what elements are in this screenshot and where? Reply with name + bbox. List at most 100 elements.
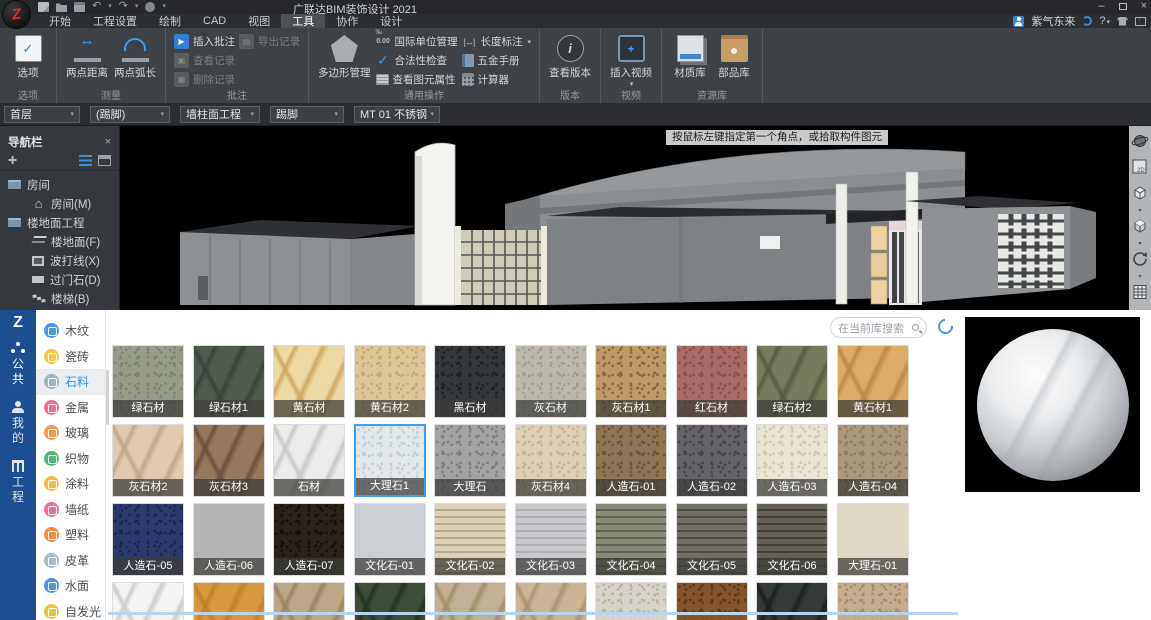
category-涂料[interactable]: 涂料 <box>36 471 105 497</box>
category-墙纸[interactable]: 墙纸 <box>36 497 105 523</box>
undo-icon[interactable]: ↶ <box>92 2 101 12</box>
material-tile-灰石材1[interactable]: 灰石材1 <box>595 345 667 418</box>
two-point-distance-button[interactable]: 两点距离 <box>63 32 111 81</box>
material-tile-灰石材3[interactable]: 灰石材3 <box>193 424 265 497</box>
material-tile-灰石材4[interactable]: 灰石材4 <box>515 424 587 497</box>
tree-section[interactable]: 楼地面工程 <box>0 213 119 232</box>
component-select[interactable]: 踢脚▾ <box>270 106 344 123</box>
material-tile-文化石-04[interactable]: 文化石-04 <box>595 503 667 576</box>
delete-record-button[interactable]: 删除记录 <box>174 71 235 88</box>
material-tile-绿石材2[interactable]: 绿石材2 <box>756 345 828 418</box>
tab-design[interactable]: 设计 <box>369 14 413 28</box>
material-tile-人造石-03[interactable]: 人造石-03 <box>756 424 828 497</box>
rotate-view-button[interactable]: ▾ <box>1131 250 1149 280</box>
calculator-button[interactable]: 计算器 <box>462 71 532 88</box>
navigator-add-icon[interactable]: ✚ <box>8 154 17 167</box>
tree-item-border-line[interactable]: 波打线(X) <box>0 251 119 270</box>
material-tile-人造石-05[interactable]: 人造石-05 <box>112 503 184 576</box>
material-tile-石材[interactable]: 石材 <box>273 424 345 497</box>
view-record-button[interactable]: 查看记录 <box>174 52 235 69</box>
category-瓷砖[interactable]: 瓷砖 <box>36 344 105 370</box>
theme-skin-icon[interactable] <box>1117 17 1128 26</box>
material-tile-黑石材[interactable]: 黑石材 <box>434 345 506 418</box>
material-tile-文化石-06[interactable]: 文化石-06 <box>756 503 828 576</box>
category-水面[interactable]: 水面 <box>36 573 105 599</box>
minimize-button[interactable]: – <box>1098 1 1104 12</box>
material-tile-黄石材1[interactable]: 黄石材1 <box>837 345 909 418</box>
material-tile-文化石-03[interactable]: 文化石-03 <box>515 503 587 576</box>
save-icon[interactable] <box>74 2 85 12</box>
tree-item-stairs[interactable]: 楼梯(B) <box>0 289 119 308</box>
view-element-props-button[interactable]: 查看图元属性 <box>376 71 458 88</box>
list-view-icon[interactable] <box>79 155 92 166</box>
library-tab-mine[interactable]: 我的 <box>7 401 29 446</box>
tab-cad[interactable]: CAD <box>192 14 237 28</box>
work-select[interactable]: 墙柱面工程▾ <box>180 106 260 123</box>
close-button[interactable]: × <box>1141 1 1147 12</box>
length-dimension-caret-icon[interactable]: ▾ <box>528 38 532 46</box>
grid-scrollbar-track[interactable] <box>108 612 958 615</box>
open-file-icon[interactable] <box>56 2 67 12</box>
orbit-button[interactable] <box>1131 132 1149 155</box>
display-mode-caret-icon[interactable]: ▾ <box>1138 240 1141 247</box>
category-塑料[interactable]: 塑料 <box>36 522 105 548</box>
search-input[interactable]: 在当前库搜索 <box>830 317 927 338</box>
material-library-button[interactable]: 材质库 <box>668 32 712 81</box>
redo-icon[interactable]: ↷ <box>119 2 128 12</box>
tab-draw[interactable]: 绘制 <box>148 14 192 28</box>
profile-icon[interactable] <box>145 2 155 12</box>
material-tile-黄石材[interactable]: 黄石材 <box>273 345 345 418</box>
material-tile-人造石-02[interactable]: 人造石-02 <box>676 424 748 497</box>
category-皮革[interactable]: 皮革 <box>36 548 105 574</box>
tree-item-door-stone[interactable]: 过门石(D) <box>0 270 119 289</box>
rotate-view-caret-icon[interactable]: ▾ <box>1138 273 1141 280</box>
tab-collaborate[interactable]: 协作 <box>325 14 369 28</box>
refresh-icon[interactable] <box>935 316 956 337</box>
insert-video-button[interactable]: 插入视频▾ <box>607 32 655 89</box>
category-scrollbar[interactable] <box>106 370 109 425</box>
material-tile-人造石-06[interactable]: 人造石-06 <box>193 503 265 576</box>
insert-annotation-button[interactable]: 插入批注 <box>174 33 235 50</box>
material-select[interactable]: MT 01 不锈钢▾ <box>354 106 440 123</box>
material-tile-绿石材1[interactable]: 绿石材1 <box>193 345 265 418</box>
category-木纹[interactable]: 木纹 <box>36 318 105 344</box>
material-tile-绿石材[interactable]: 绿石材 <box>112 345 184 418</box>
app-logo[interactable]: Z <box>3 1 30 28</box>
restore-button[interactable] <box>1119 3 1127 10</box>
category-自发光[interactable]: 自发光 <box>36 599 105 620</box>
navigator-close-icon[interactable]: × <box>105 136 111 148</box>
sync-icon[interactable] <box>1082 16 1092 26</box>
material-tile-人造石-04[interactable]: 人造石-04 <box>837 424 909 497</box>
viewport-3d[interactable]: 按鼠标左键指定第一个角点，或拾取构件图元 <box>120 126 1151 310</box>
category-织物[interactable]: 织物 <box>36 446 105 472</box>
view-version-button[interactable]: 查看版本 <box>546 32 594 81</box>
material-tile-大理石1[interactable]: 大理石1 <box>354 424 426 497</box>
quickbar-more-icon[interactable]: ▾ <box>162 2 166 12</box>
tab-view[interactable]: 视图 <box>237 14 281 28</box>
options-button[interactable]: 选项 <box>6 32 50 81</box>
material-tile-人造石-01[interactable]: 人造石-01 <box>595 424 667 497</box>
two-point-arc-button[interactable]: 两点弧长 <box>111 32 159 81</box>
legality-check-button[interactable]: 合法性检查 <box>376 52 458 69</box>
help-button[interactable]: ?▾ <box>1099 15 1110 27</box>
tree-item-room[interactable]: 房间(M) <box>0 194 119 213</box>
hardware-manual-button[interactable]: 五金手册 <box>462 52 532 69</box>
view-2d-button[interactable]: 2D <box>1131 158 1149 181</box>
tab-project-settings[interactable]: 工程设置 <box>82 14 148 28</box>
material-tile-文化石-01[interactable]: 文化石-01 <box>354 503 426 576</box>
view-cube-caret-icon[interactable]: ▾ <box>1138 207 1141 214</box>
user-avatar[interactable] <box>1013 16 1024 27</box>
tree-item-floor-surface[interactable]: 楼地面(F) <box>0 232 119 251</box>
export-record-button[interactable]: 导出记录 <box>239 33 300 50</box>
category-石料[interactable]: 石料 <box>36 369 105 395</box>
tree-section[interactable]: 房间 <box>0 175 119 194</box>
material-tile-文化石-02[interactable]: 文化石-02 <box>434 503 506 576</box>
material-tile-文化石-05[interactable]: 文化石-05 <box>676 503 748 576</box>
material-tile-灰石材2[interactable]: 灰石材2 <box>112 424 184 497</box>
intl-unit-manage-button[interactable]: 国际单位管理 <box>376 33 458 50</box>
material-tile-大理石[interactable]: 大理石 <box>434 424 506 497</box>
display-mode-button[interactable]: ▾ <box>1131 217 1149 247</box>
element-select[interactable]: (踢脚)▾ <box>90 106 170 123</box>
redo-caret-icon[interactable]: ▾ <box>135 2 139 12</box>
user-name[interactable]: 紫气东来 <box>1031 13 1075 29</box>
